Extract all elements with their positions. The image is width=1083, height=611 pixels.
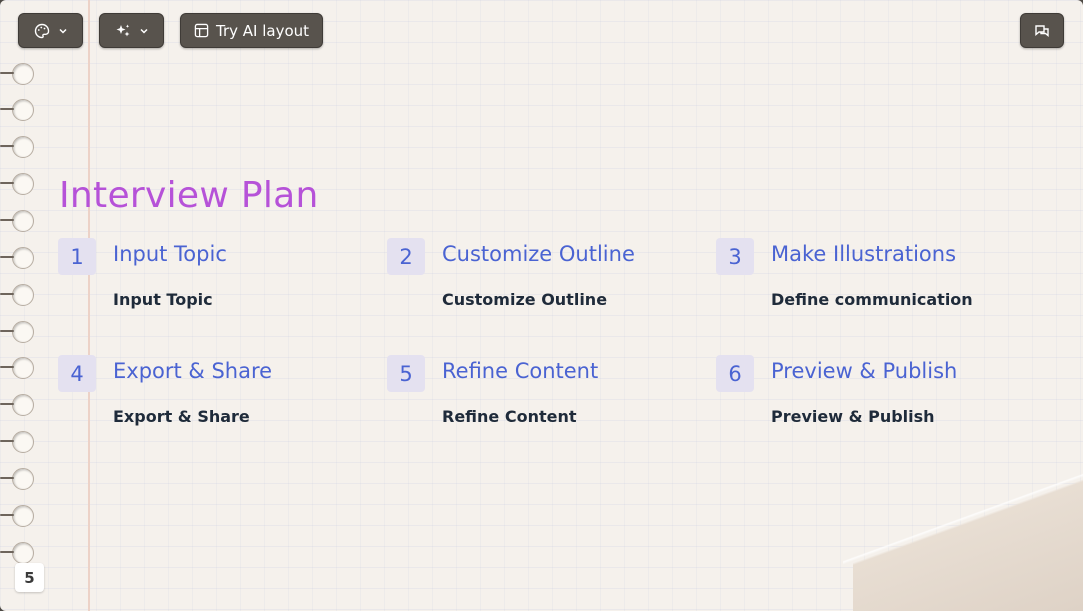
binding-ring bbox=[0, 247, 34, 269]
binding-ring bbox=[0, 321, 34, 343]
step-card[interactable]: 3 Make Illustrations Define communicatio… bbox=[716, 238, 1016, 318]
binding-ring bbox=[0, 210, 34, 232]
step-title: Refine Content bbox=[442, 359, 599, 383]
step-number: 3 bbox=[716, 238, 754, 275]
step-title: Make Illustrations bbox=[771, 242, 957, 266]
binding-ring bbox=[0, 468, 34, 490]
layout-icon bbox=[194, 23, 209, 38]
theme-button[interactable] bbox=[18, 13, 83, 48]
step-number: 6 bbox=[716, 355, 754, 392]
binding-ring bbox=[0, 505, 34, 527]
step-card[interactable]: 4 Export & Share Export & Share bbox=[58, 355, 358, 435]
binding-ring bbox=[0, 284, 34, 306]
step-description: Define communication bbox=[771, 290, 973, 309]
step-description: Refine Content bbox=[442, 407, 577, 426]
step-number: 4 bbox=[58, 355, 96, 392]
try-ai-layout-label: Try AI layout bbox=[215, 21, 310, 40]
slide-canvas: Try AI layout Interview Plan 1 Input Top… bbox=[0, 0, 1083, 611]
step-card[interactable]: 2 Customize Outline Customize Outline bbox=[387, 238, 687, 318]
binding-ring bbox=[0, 99, 34, 121]
step-number: 5 bbox=[387, 355, 425, 392]
chat-bubbles-icon bbox=[1034, 23, 1050, 39]
binding-ring bbox=[0, 357, 34, 379]
step-number: 2 bbox=[387, 238, 425, 275]
binding-ring bbox=[0, 173, 34, 195]
binding-ring bbox=[0, 542, 34, 564]
chevron-down-icon bbox=[58, 26, 68, 36]
binding-ring bbox=[0, 394, 34, 416]
binding-ring bbox=[0, 431, 34, 453]
step-description: Export & Share bbox=[113, 407, 250, 426]
try-ai-layout-button[interactable]: Try AI layout bbox=[180, 13, 323, 48]
chevron-down-icon bbox=[139, 26, 149, 36]
step-description: Preview & Publish bbox=[771, 407, 935, 426]
comments-button[interactable] bbox=[1020, 13, 1064, 48]
step-title: Customize Outline bbox=[442, 242, 635, 266]
binding-ring bbox=[0, 63, 34, 85]
step-card[interactable]: 6 Preview & Publish Preview & Publish bbox=[716, 355, 1016, 435]
step-card[interactable]: 1 Input Topic Input Topic bbox=[58, 238, 358, 318]
palette-icon bbox=[34, 23, 50, 39]
paper-tear-corner bbox=[853, 441, 1083, 611]
slide-title[interactable]: Interview Plan bbox=[59, 175, 319, 216]
step-card[interactable]: 5 Refine Content Refine Content bbox=[387, 355, 687, 435]
step-number: 1 bbox=[58, 238, 96, 275]
binding-ring bbox=[0, 136, 34, 158]
magic-button[interactable] bbox=[99, 13, 164, 48]
step-description: Customize Outline bbox=[442, 290, 608, 309]
page-number-badge: 5 bbox=[15, 563, 44, 592]
step-title: Export & Share bbox=[113, 359, 273, 383]
sparkles-icon bbox=[115, 23, 131, 39]
step-title: Preview & Publish bbox=[771, 359, 958, 383]
step-title: Input Topic bbox=[113, 242, 227, 266]
step-description: Input Topic bbox=[113, 290, 213, 309]
